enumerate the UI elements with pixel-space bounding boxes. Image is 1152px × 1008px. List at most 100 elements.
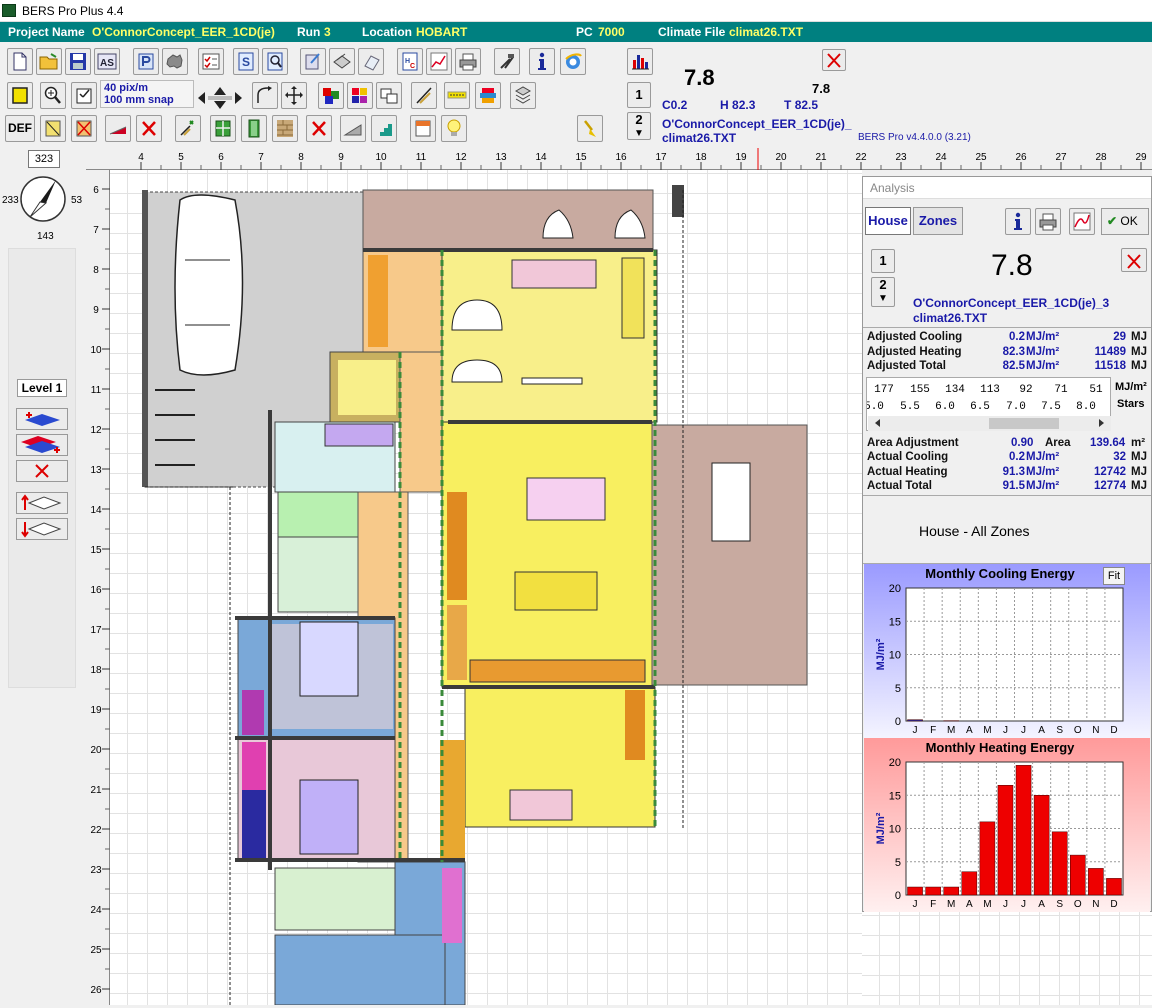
- scale-unit-mj: MJ/m²: [1115, 381, 1147, 393]
- new-file-button[interactable]: [7, 48, 33, 75]
- cooling-label: C: [662, 98, 671, 112]
- rooms-button[interactable]: [376, 82, 402, 109]
- roof-tool-button[interactable]: [105, 115, 131, 142]
- analysis-file-line1: O'ConnorConcept_EER_1CD(je)_3: [913, 296, 1109, 311]
- level-up-button[interactable]: [16, 492, 68, 514]
- red-x-icon: [139, 118, 159, 139]
- zoom-in-button[interactable]: [40, 82, 66, 109]
- compass[interactable]: [18, 172, 68, 226]
- score-file-line1: O'ConnorConcept_EER_1CD(je)_: [662, 117, 852, 131]
- magnifier-page-icon: [265, 51, 285, 72]
- delete-wall-button[interactable]: [71, 115, 97, 142]
- zone-colours-button[interactable]: [318, 82, 344, 109]
- bar-chart-button[interactable]: [627, 48, 653, 75]
- open-folder-button[interactable]: [36, 48, 62, 75]
- actual-u1: MJ/m²: [1026, 466, 1059, 478]
- tab-house[interactable]: House: [865, 207, 911, 235]
- snap-settings-field[interactable]: 40 pix/m 100 mm snap: [100, 80, 194, 108]
- analysis-info-button[interactable]: [1005, 208, 1031, 235]
- actual-row: Actual Total91.5MJ/m²12774MJ: [867, 480, 1149, 494]
- edit-point-button[interactable]: [175, 115, 201, 142]
- web-browser-button[interactable]: [560, 48, 586, 75]
- add-level-above-button[interactable]: [16, 408, 68, 430]
- dimension-button[interactable]: [444, 82, 470, 109]
- fit-button[interactable]: Fit: [1103, 567, 1125, 585]
- analysis-run-1-button[interactable]: 1: [871, 249, 895, 273]
- level-up-icon: [17, 493, 67, 513]
- scale-mj-value: 134: [945, 384, 965, 396]
- draw-wall-button[interactable]: [411, 82, 437, 109]
- ruler-label: 17: [90, 625, 102, 636]
- move-button[interactable]: [281, 82, 307, 109]
- ruler-label: 21: [90, 785, 102, 796]
- scale-unit-stars: Stars: [1117, 398, 1145, 410]
- analysis-graph-button[interactable]: [1069, 208, 1095, 235]
- pan-arrows[interactable]: [196, 86, 244, 110]
- ruler-label: 10: [375, 152, 387, 163]
- analysis-run-2-button[interactable]: 2▼: [871, 277, 895, 307]
- tab-zones[interactable]: Zones: [913, 207, 963, 235]
- print-button[interactable]: [455, 48, 481, 75]
- select-button[interactable]: [7, 82, 33, 109]
- folder-open-icon: [39, 51, 59, 72]
- layers-button[interactable]: [329, 48, 355, 75]
- shading-button[interactable]: [410, 115, 436, 142]
- floor-plan-canvas[interactable]: [110, 170, 862, 1005]
- adjusted-v1: 82.3: [1003, 346, 1025, 358]
- bathroom: [278, 537, 358, 612]
- ruler-label: 19: [90, 705, 102, 716]
- run-2-button[interactable]: 2▼: [627, 112, 651, 140]
- door-tool-button[interactable]: [241, 115, 267, 142]
- zone-palette-button[interactable]: [347, 82, 373, 109]
- building-stack-icon: [478, 85, 498, 106]
- bar: [1106, 878, 1121, 895]
- hc-settings-button[interactable]: HC: [397, 48, 423, 75]
- floors-button[interactable]: [510, 82, 536, 109]
- project-p-icon: [136, 51, 156, 72]
- checklist-button[interactable]: [198, 48, 224, 75]
- ruler-label: 5: [178, 152, 184, 163]
- zoom-out-button[interactable]: [71, 82, 97, 109]
- delete-button[interactable]: [136, 115, 162, 142]
- ok-button[interactable]: ✔ OK: [1101, 208, 1149, 235]
- add-level-below-button[interactable]: [16, 434, 68, 456]
- adjusted-row: Adjusted Heating82.3MJ/m²11489MJ: [867, 346, 1149, 360]
- info-button[interactable]: [529, 48, 555, 75]
- bearing-field[interactable]: 323: [28, 150, 60, 168]
- lighting-button[interactable]: [441, 115, 467, 142]
- analysis-print-button[interactable]: [1035, 208, 1061, 235]
- remove-button[interactable]: [306, 115, 332, 142]
- script-button[interactable]: S: [233, 48, 259, 75]
- texture-button[interactable]: [272, 115, 298, 142]
- scale-scroll-thumb[interactable]: [989, 418, 1059, 429]
- default-button[interactable]: DEF: [5, 115, 35, 142]
- zoom-in-icon: [43, 85, 63, 106]
- draw-arc-button[interactable]: [252, 82, 278, 109]
- scale-mj-value: 71: [1054, 384, 1068, 396]
- eraser-button[interactable]: [358, 48, 384, 75]
- level-down-button[interactable]: [16, 518, 68, 540]
- actual-label: Actual Heating: [867, 466, 948, 478]
- wall-tool-button[interactable]: [40, 115, 66, 142]
- location-map-button[interactable]: [162, 48, 188, 75]
- close-icon: [824, 50, 844, 71]
- project-settings-button[interactable]: [133, 48, 159, 75]
- close-score-button[interactable]: [822, 49, 846, 71]
- window-tool-button[interactable]: [210, 115, 236, 142]
- run-1-button[interactable]: 1: [627, 82, 651, 108]
- delete-level-button[interactable]: [16, 460, 68, 482]
- save-as-button[interactable]: AS: [94, 48, 120, 75]
- import-button[interactable]: [300, 48, 326, 75]
- sweep-button[interactable]: [577, 115, 603, 142]
- search-button[interactable]: [262, 48, 288, 75]
- scale-text: 40 pix/m: [104, 82, 190, 94]
- internet-explorer-icon: [563, 51, 583, 72]
- graph-button[interactable]: [426, 48, 452, 75]
- building-button[interactable]: [475, 82, 501, 109]
- tools-button[interactable]: [494, 48, 520, 75]
- save-button[interactable]: [65, 48, 91, 75]
- stairs-button[interactable]: [371, 115, 397, 142]
- floor-layers-icon: [513, 85, 533, 106]
- ramp-button[interactable]: [340, 115, 366, 142]
- analysis-close-button[interactable]: [1121, 248, 1147, 272]
